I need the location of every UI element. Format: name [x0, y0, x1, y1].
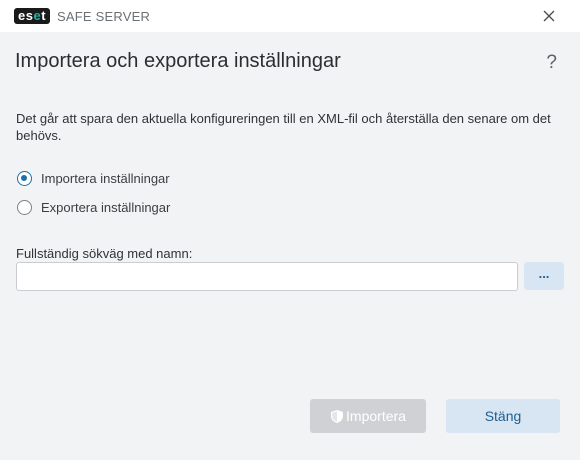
- radio-label-export: Exportera inställningar: [41, 200, 171, 215]
- shield-icon: [331, 409, 344, 423]
- radio-import-settings[interactable]: Importera inställningar: [17, 171, 170, 186]
- radio-export-settings[interactable]: Exportera inställningar: [17, 200, 170, 215]
- close-icon[interactable]: [542, 9, 556, 23]
- eset-logo: eset SAFE SERVER: [14, 7, 150, 25]
- import-button-label: Importera: [346, 408, 406, 424]
- dialog-title: Importera och exportera inställningar: [15, 50, 341, 72]
- path-input[interactable]: [16, 262, 518, 291]
- import-button[interactable]: Importera: [310, 399, 426, 433]
- close-button[interactable]: Stäng: [446, 399, 560, 433]
- radio-button-import[interactable]: [17, 171, 32, 186]
- radio-button-export[interactable]: [17, 200, 32, 215]
- radio-label-import: Importera inställningar: [41, 171, 170, 186]
- eset-logo-badge: eset: [14, 8, 51, 24]
- product-name: SAFE SERVER: [57, 8, 151, 24]
- browse-button[interactable]: ...: [524, 262, 564, 290]
- title-bar: eset SAFE SERVER: [0, 0, 580, 32]
- description-text: Det går att spara den aktuella konfigure…: [16, 111, 551, 143]
- help-icon[interactable]: ?: [546, 52, 557, 74]
- path-field-label: Fullständig sökväg med namn:: [16, 246, 193, 261]
